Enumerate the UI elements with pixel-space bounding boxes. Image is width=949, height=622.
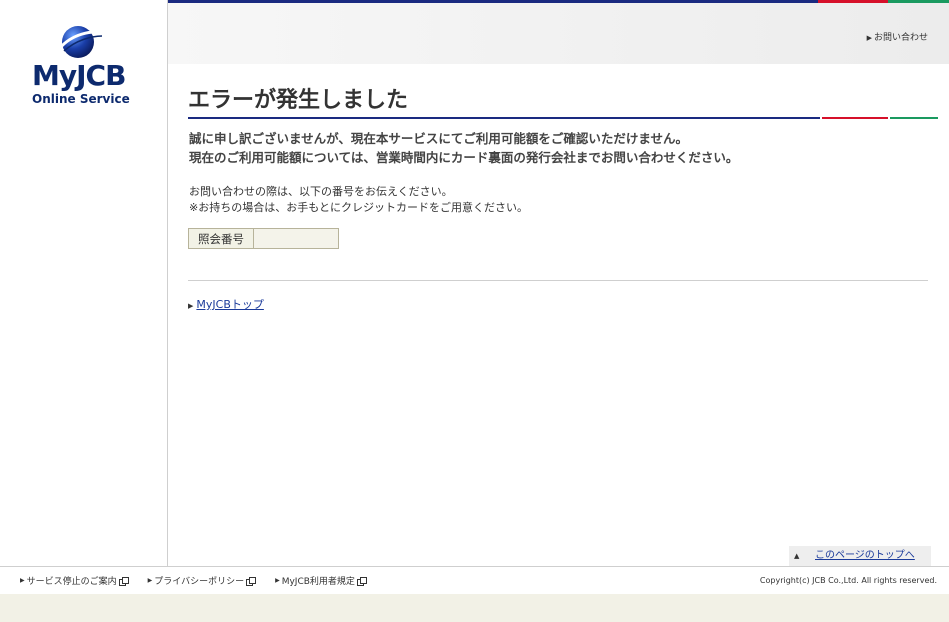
header: ▶ お問い合わせ — [168, 3, 949, 64]
reference-number-label: 照会番号 — [188, 228, 254, 249]
triangle-up-icon: ▲ — [794, 552, 800, 560]
title-underline — [188, 117, 938, 119]
logo-tagline: Online Service — [32, 92, 130, 106]
contact-note: お問い合わせの際は、以下の番号をお伝えください。 ※お持ちの場合は、お手もとにク… — [189, 184, 528, 216]
error-message-line2: 現在のご利用可能額については、営業時間内にカード裏面の発行会社までお問い合わせく… — [189, 150, 739, 165]
footer-link-privacy-policy[interactable]: ▶ プライバシーポリシー — [147, 574, 257, 587]
triangle-right-icon: ▶ — [275, 577, 280, 584]
footer-links: ▶ サービス停止のご案内 ▶ プライバシーポリシー ▶ MyJCB利用者規定 — [20, 574, 386, 587]
globe-icon — [58, 26, 104, 58]
triangle-right-icon: ▶ — [188, 302, 194, 310]
logo-wordmark: MyJCB — [32, 59, 126, 92]
external-window-icon — [118, 576, 129, 586]
contact-note-line1: お問い合わせの際は、以下の番号をお伝えください。 — [189, 185, 453, 198]
footer-link-service-outage[interactable]: ▶ サービス停止のご案内 — [20, 574, 129, 587]
external-window-icon — [246, 576, 257, 586]
footer-link-label: サービス停止のご案内 — [26, 577, 117, 587]
page-top-link-label: このページのトップへ — [815, 550, 915, 561]
myjcb-top-link[interactable]: ▶ MyJCBトップ — [188, 296, 264, 312]
footer: ▶ サービス停止のご案内 ▶ プライバシーポリシー ▶ MyJCB利用者規定 C… — [0, 567, 949, 594]
triangle-right-icon: ▶ — [20, 577, 25, 584]
contact-link-label: お問い合わせ — [873, 33, 928, 43]
contact-note-line2: ※お持ちの場合は、お手もとにクレジットカードをご用意ください。 — [189, 201, 528, 214]
footer-link-terms[interactable]: ▶ MyJCB利用者規定 — [275, 574, 367, 587]
myjcb-top-link-label: MyJCBトップ — [196, 298, 264, 311]
footer-link-label: MyJCB利用者規定 — [281, 577, 355, 587]
page-title: エラーが発生しました — [188, 88, 409, 113]
error-message-line1: 誠に申し訳ございませんが、現在本サービスにてご利用可能額をご確認いただけません。 — [189, 131, 689, 146]
triangle-right-icon: ▶ — [147, 577, 153, 584]
contact-link[interactable]: ▶ お問い合わせ — [867, 30, 928, 43]
page-top-link[interactable]: ▲ このページのトップへ — [789, 546, 931, 566]
copyright: Copyright(c) JCB Co.,Ltd. All rights res… — [759, 576, 937, 585]
myjcb-logo[interactable]: MyJCB Online Service — [26, 24, 142, 114]
reference-number-value — [253, 228, 339, 249]
error-message: 誠に申し訳ございませんが、現在本サービスにてご利用可能額をご確認いただけません。… — [189, 129, 738, 167]
bottom-band — [0, 594, 949, 622]
footer-link-label: プライバシーポリシー — [154, 577, 245, 587]
external-window-icon — [356, 576, 367, 586]
reference-number-table: 照会番号 — [188, 228, 339, 249]
triangle-right-icon: ▶ — [866, 34, 872, 42]
sidebar: MyJCB Online Service — [0, 0, 168, 566]
divider — [188, 280, 928, 281]
